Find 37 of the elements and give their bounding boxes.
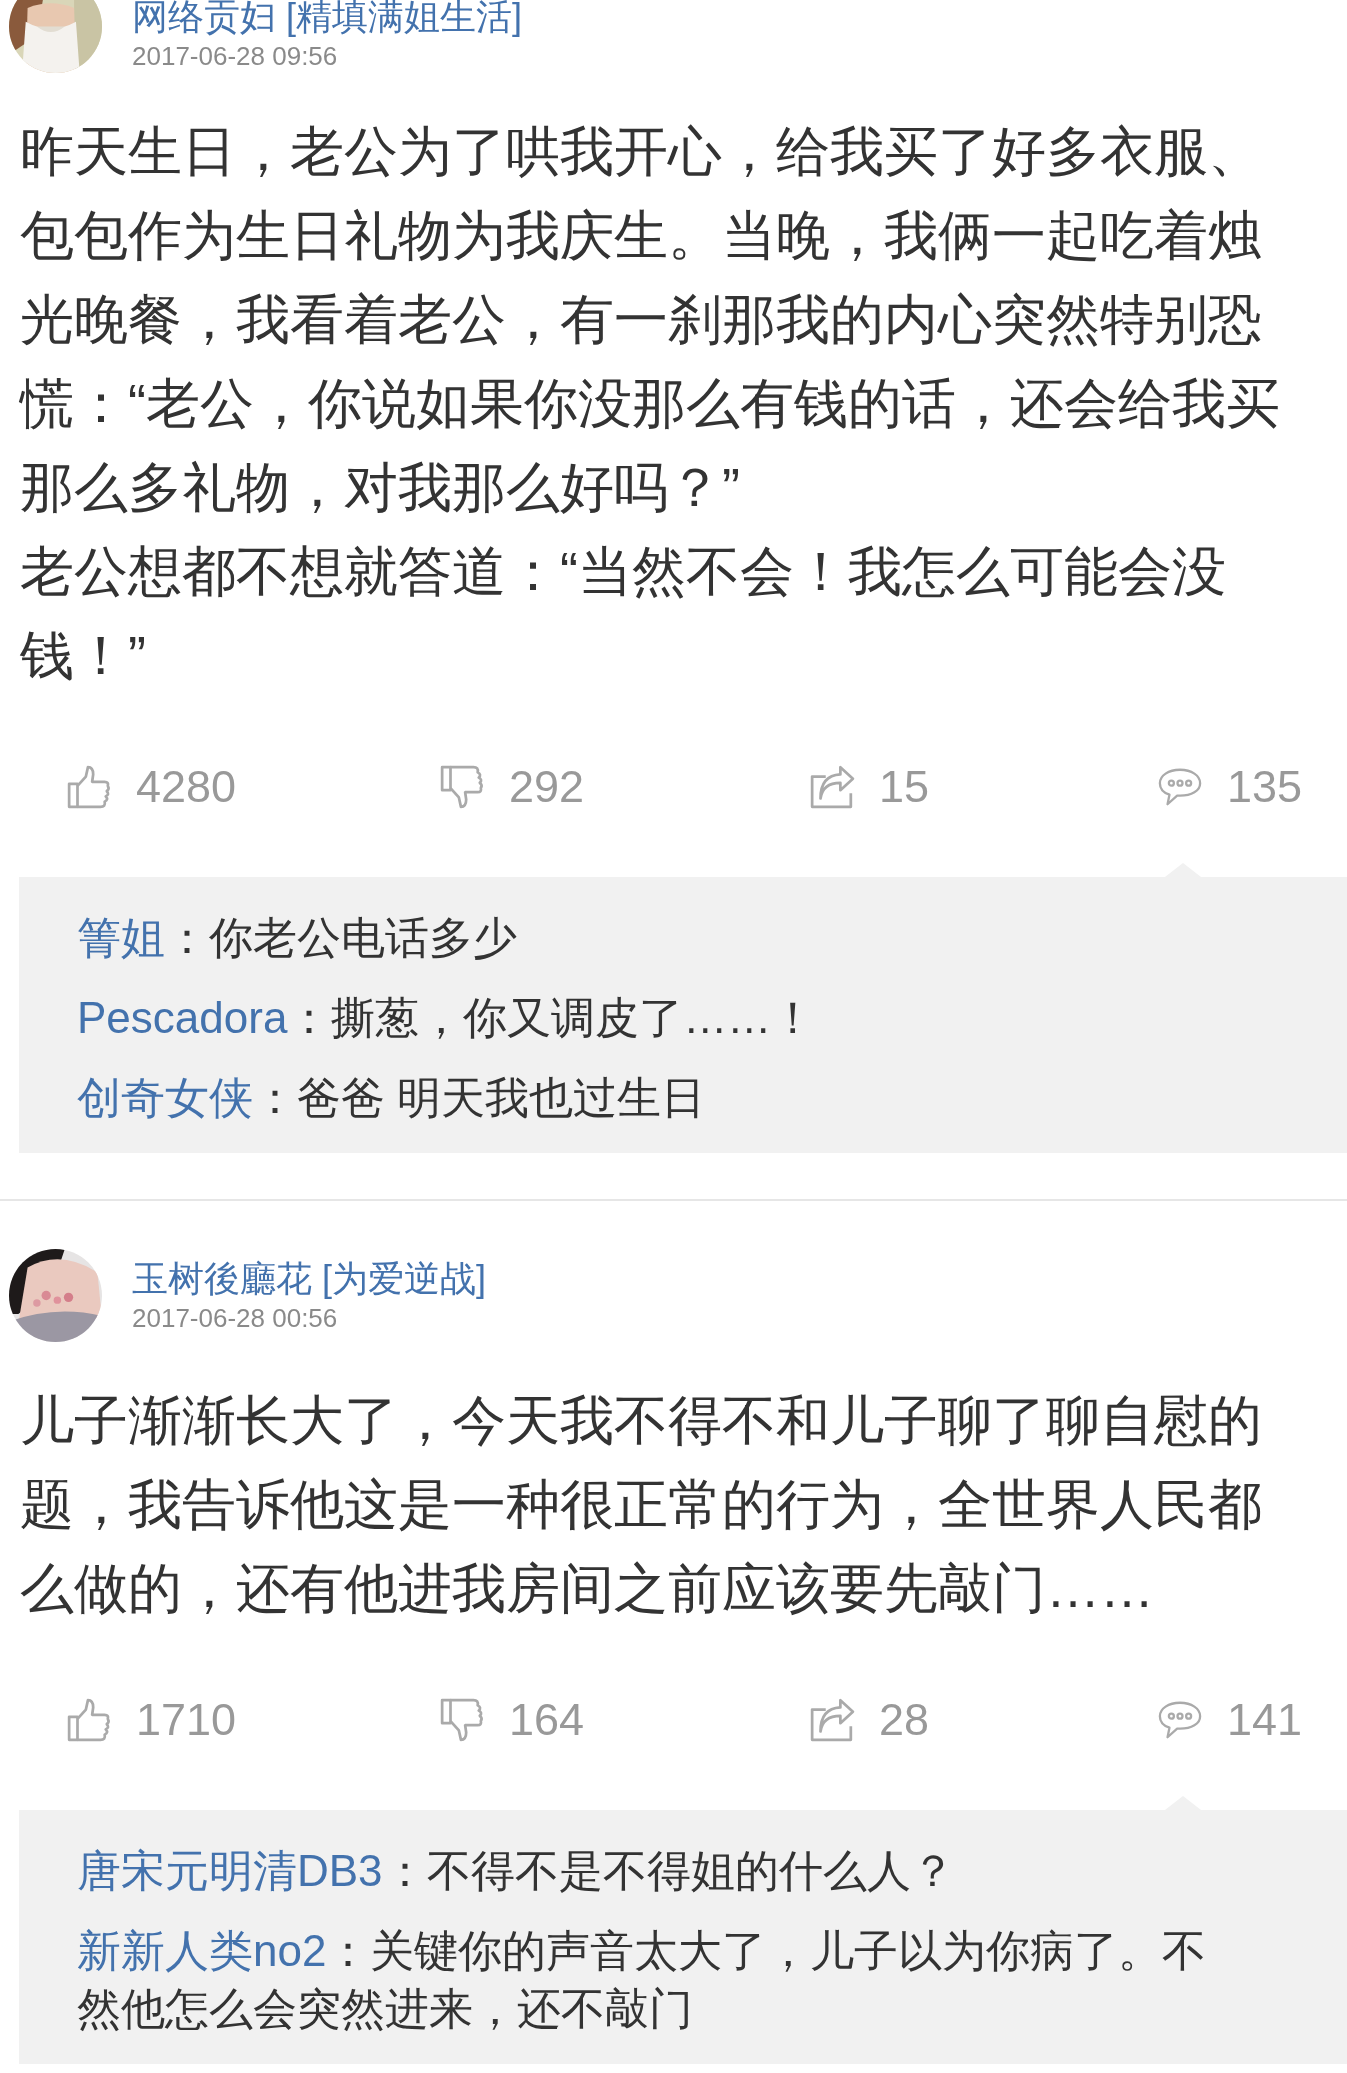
- username-link[interactable]: 新新人类no2: [77, 1926, 327, 1975]
- post-text-line: 钱！”: [20, 624, 147, 687]
- like-count: 1710: [136, 1694, 237, 1746]
- thumbs-up-icon[interactable]: [66, 1697, 112, 1743]
- post-time: 2017-06-28 09:56: [132, 39, 339, 72]
- like-count: 4280: [136, 761, 237, 813]
- post-text-line: 昨天生日，老公为了哄我开心，给我买了好多衣服、: [20, 120, 1263, 183]
- dislike-count: 164: [509, 1694, 585, 1746]
- username-link[interactable]: Pescadora: [77, 993, 288, 1042]
- author-name[interactable]: 玉树後廳花 [为爱逆战]: [132, 1257, 486, 1300]
- post-text-line: 慌：“老公，你说如果你没那么有钱的话，还会给我买: [20, 372, 1281, 435]
- comment-count: 135: [1227, 761, 1303, 813]
- reply-text: 创奇女侠：爸爸 明天我也过生日: [77, 1072, 707, 1124]
- post-text-line: 包包作为生日礼物为我庆生。当晚，我俩一起吃着烛: [20, 204, 1263, 267]
- share-icon[interactable]: [809, 764, 855, 810]
- username-link[interactable]: 唐宋元明清DB3: [77, 1846, 383, 1895]
- reply-text: 新新人类no2：关键你的声音太大了，儿子以为你病了。不然他怎么会突然进来，还不敲门: [77, 1925, 1208, 2035]
- post-text-line: 么做的，还有他进我房间之前应该要先敲门……: [20, 1557, 1155, 1620]
- share-count: 15: [879, 761, 930, 813]
- thumbs-down-icon[interactable]: [439, 1697, 485, 1743]
- share-count: 28: [879, 1694, 930, 1746]
- thumbs-up-icon[interactable]: [66, 764, 112, 810]
- comment-count: 141: [1227, 1694, 1303, 1746]
- post-text-line: 光晚餐，我看着老公，有一刹那我的内心突然特别恐: [20, 288, 1263, 351]
- share-icon[interactable]: [809, 1697, 855, 1743]
- username-link[interactable]: 创奇女侠: [77, 1073, 253, 1122]
- reply-text: Pescadora：撕葱，你又调皮了……！: [77, 992, 817, 1044]
- post-text-line: 那么多礼物，对我那么好吗？”: [20, 456, 741, 519]
- post-text-line: 题，我告诉他这是一种很正常的行为，全世界人民都: [20, 1473, 1263, 1536]
- dislike-count: 292: [509, 761, 585, 813]
- username-link[interactable]: 箐姐: [77, 913, 165, 962]
- post-time: 2017-06-28 00:56: [132, 1301, 339, 1334]
- post-text-line: 老公想都不想就答道：“当然不会！我怎么可能会没: [20, 540, 1227, 603]
- post-text-line: 儿子渐渐长大了，今天我不得不和儿子聊了聊自慰的: [20, 1389, 1263, 1452]
- reply-text: 唐宋元明清DB3：不得不是不得姐的什么人？: [77, 1845, 956, 1897]
- reply-text: 箐姐：你老公电话多少: [77, 912, 518, 964]
- thumbs-down-icon[interactable]: [439, 764, 485, 810]
